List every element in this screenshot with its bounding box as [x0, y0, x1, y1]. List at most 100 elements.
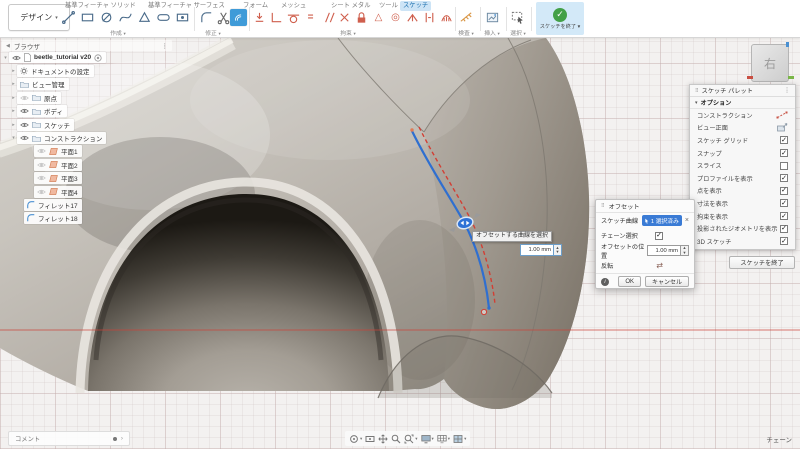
browser-item-plane2[interactable]: 平面2 — [2, 158, 172, 171]
grid-and-snaps[interactable]: ▾ — [437, 434, 450, 444]
palette-row-show-profile[interactable]: プロファイルを表示 ✓ — [690, 172, 795, 185]
midpoint-constraint-icon[interactable] — [404, 9, 421, 26]
browser-root-item[interactable]: ▾ beetle_tutorial v20 — [2, 51, 172, 64]
visibility-eye-icon[interactable] — [20, 122, 29, 128]
perpendicular-constraint-icon[interactable] — [268, 9, 285, 26]
offset-position-stepper[interactable]: ▲▼ — [681, 245, 689, 256]
circle-tool-icon[interactable] — [98, 9, 115, 26]
expand-caret-icon[interactable]: ▸ — [10, 122, 17, 128]
display-settings[interactable]: ▾ — [421, 434, 434, 444]
finish-sketch-palette-button[interactable]: スケッチを終了 — [729, 256, 795, 269]
browser-item-fillet18[interactable]: フィレット18 — [2, 212, 172, 225]
line-tool-icon[interactable] — [60, 9, 77, 26]
visibility-eye-off-icon[interactable] — [37, 148, 46, 154]
browser-item-sketches[interactable]: ▸ スケッチ — [2, 118, 172, 131]
browser-header[interactable]: ◀ ブラウザ ⋮ — [2, 40, 172, 51]
visibility-eye-icon[interactable] — [20, 108, 29, 114]
browser-item-plane4[interactable]: 平面4 — [2, 185, 172, 198]
visibility-eye-off-icon[interactable] — [37, 189, 46, 195]
expand-caret-icon[interactable]: ▸ — [10, 108, 17, 114]
visibility-eye-icon[interactable] — [12, 55, 21, 61]
browser-menu-icon[interactable]: ⋮ — [162, 42, 169, 50]
browser-item-origin[interactable]: ▸ 原点 — [2, 91, 172, 104]
palette-row-show-dimensions[interactable]: 寸法を表示 ✓ — [690, 197, 795, 210]
expand-caret-icon[interactable]: ▸ — [10, 95, 17, 101]
drag-grip-icon[interactable]: ⠿ — [695, 88, 699, 94]
look-at-tool[interactable] — [365, 434, 375, 444]
palette-row-3d-sketch[interactable]: 3D スケッチ ✓ — [690, 235, 795, 248]
insert-group-dropdown[interactable]: 挿入 ▾ — [484, 28, 500, 37]
checkbox-checked[interactable]: ✓ — [780, 136, 788, 144]
info-icon[interactable]: i — [601, 278, 609, 286]
look-at-plane-icon[interactable] — [777, 123, 788, 132]
expand-caret-icon[interactable]: ▸ — [10, 81, 17, 87]
cancel-button[interactable]: キャンセル — [645, 276, 689, 287]
section-collapse-icon[interactable]: ▾ — [695, 100, 698, 106]
pan-tool[interactable] — [378, 434, 388, 444]
modify-group-dropdown[interactable]: 修正 ▾ — [205, 28, 221, 37]
checkbox-checked[interactable]: ✓ — [780, 212, 788, 220]
browser-item-plane3[interactable]: 平面3 — [2, 172, 172, 185]
concentric-constraint-icon[interactable]: ◎ — [387, 9, 404, 26]
tangent-constraint-icon[interactable] — [285, 9, 302, 26]
dimension-constraint-icon[interactable] — [251, 9, 268, 26]
symmetry-constraint-icon[interactable] — [421, 9, 438, 26]
fix-lock-constraint-icon[interactable] — [353, 9, 370, 26]
offset-value-input[interactable]: 1.00 mm — [520, 244, 554, 256]
palette-row-look-at[interactable]: ビュー正面 — [690, 122, 795, 135]
viewports[interactable]: ▾ — [453, 434, 466, 444]
offset-dialog-titlebar[interactable]: ⠿ オフセット — [596, 200, 694, 213]
palette-row-slice[interactable]: スライス — [690, 159, 795, 172]
browser-item-document-settings[interactable]: ▸ ドキュメントの設定 — [2, 64, 172, 77]
view-cube[interactable]: 右 — [751, 44, 789, 82]
checkbox-checked[interactable]: ✓ — [780, 199, 788, 207]
equal-constraint-icon[interactable]: = — [302, 9, 319, 26]
rectangle-tool-icon[interactable] — [79, 9, 96, 26]
visibility-eye-off-icon[interactable] — [20, 95, 29, 101]
flip-direction-icon[interactable]: ⇄ — [656, 261, 663, 270]
symmetry-triangle-constraint-icon[interactable]: △ — [370, 9, 387, 26]
point-tool-icon[interactable] — [174, 9, 191, 26]
checkbox-checked[interactable]: ✓ — [780, 237, 788, 245]
browser-item-view-management[interactable]: ▸ ビュー管理 — [2, 78, 172, 91]
visibility-eye-icon[interactable] — [20, 135, 29, 141]
orbit-tool[interactable]: ▾ — [349, 434, 362, 444]
slot-tool-icon[interactable] — [155, 9, 172, 26]
construction-line-icon[interactable] — [776, 111, 788, 119]
browser-item-fillet17[interactable]: フィレット17 — [2, 198, 172, 211]
comments-panel[interactable]: コメント › — [8, 431, 130, 446]
zoom-tool[interactable] — [391, 434, 401, 444]
checkbox-checked[interactable]: ✓ — [780, 225, 788, 233]
offset-tool-icon-active[interactable] — [230, 9, 247, 26]
insert-canvas-icon[interactable] — [484, 9, 501, 26]
checkbox-unchecked[interactable] — [780, 162, 788, 170]
palette-row-show-projected-geometry[interactable]: 投影されたジオメトリを表示 ✓ — [690, 222, 795, 235]
checkbox-checked[interactable]: ✓ — [780, 149, 788, 157]
create-group-dropdown[interactable]: 作成 ▾ — [110, 28, 126, 37]
offset-position-input[interactable]: 1.00 mm — [647, 245, 681, 256]
active-component-radio-icon[interactable] — [94, 54, 102, 62]
drag-grip-icon[interactable]: ⠿ — [601, 203, 605, 209]
expand-caret-icon[interactable]: ▸ — [10, 68, 17, 74]
clear-selection-icon[interactable]: × — [685, 215, 689, 226]
offset-value-stepper[interactable]: ▲▼ — [554, 244, 562, 256]
options-section-header[interactable]: ▾ オプション — [690, 97, 795, 109]
selection-chip[interactable]: 1 選択済み — [642, 215, 682, 226]
chain-selection-checkbox[interactable]: ✓ — [655, 232, 663, 240]
sketch-palette-header[interactable]: ⠿ スケッチ パレット ⋮ — [690, 85, 795, 97]
palette-row-show-points[interactable]: 点を表示 ✓ — [690, 185, 795, 198]
browser-item-construction[interactable]: ▾ コンストラクション — [2, 131, 172, 144]
coincident-constraint-icon[interactable] — [336, 9, 353, 26]
browser-item-bodies[interactable]: ▸ ボディ — [2, 105, 172, 118]
palette-row-sketch-grid[interactable]: スケッチ グリッド ✓ — [690, 134, 795, 147]
inspect-group-dropdown[interactable]: 検査 ▾ — [458, 28, 474, 37]
spline-tool-icon[interactable] — [117, 9, 134, 26]
palette-row-snap[interactable]: スナップ ✓ — [690, 147, 795, 160]
visibility-eye-off-icon[interactable] — [37, 162, 46, 168]
parallel-constraint-icon[interactable] — [319, 9, 336, 26]
expand-caret-icon[interactable]: ▾ — [2, 55, 9, 61]
browser-item-plane1[interactable]: 平面1 — [2, 145, 172, 158]
fit-tool[interactable]: ▾ — [404, 434, 417, 444]
fillet-tool-icon[interactable] — [198, 9, 215, 26]
select-tool-icon[interactable] — [509, 9, 526, 26]
